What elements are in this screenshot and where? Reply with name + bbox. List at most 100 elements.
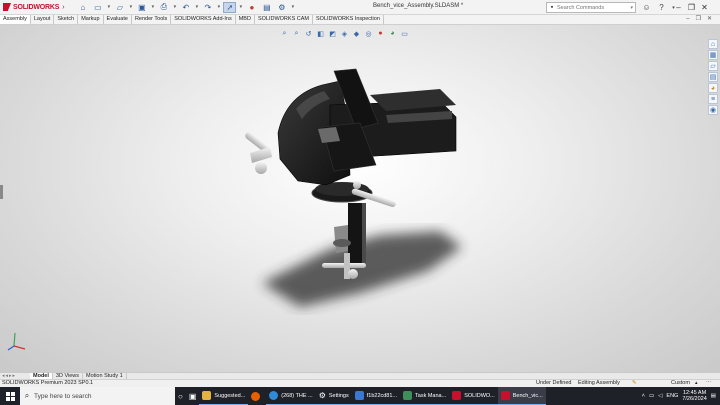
edge-icon	[269, 391, 279, 400]
taskbar-app-photos[interactable]: f1b22cd81...	[351, 387, 401, 405]
taskbar-app-task-manager[interactable]: Task Mana...	[400, 387, 450, 405]
photos-icon	[354, 391, 364, 400]
taskbar-app-bench-vice[interactable]: Bench_vic...	[497, 387, 546, 405]
print-icon[interactable]: ⎙	[157, 2, 170, 13]
home-icon[interactable]: ⌂	[76, 2, 89, 13]
restore-icon[interactable]: ❐	[685, 1, 698, 14]
user-account-icon[interactable]: ☺	[641, 2, 652, 13]
taskbar-app-settings[interactable]: ⚙ Settings	[315, 387, 352, 405]
vice-post-highlight	[362, 203, 366, 263]
solidworks-icon	[452, 391, 462, 400]
quick-access-toolbar: ⌂ ▭ ▾ ▱ ▾ ▣ ▾ ⎙ ▾ ↶ ▾ ↷ ▾ ➚ ▾ ● ▤ ⚙ ▾	[76, 1, 295, 13]
taskbar-app-solidworks[interactable]: SOLIDWO...	[449, 387, 498, 405]
open-folder-icon[interactable]: ▱	[113, 2, 126, 13]
select-dropdown-icon[interactable]: ▾	[238, 2, 243, 13]
clock-date: 7/26/2024	[682, 396, 707, 402]
clock[interactable]: 12:45 AM 7/26/2024	[682, 390, 706, 402]
coordinate-triad	[7, 332, 26, 351]
notifications-icon[interactable]: ▤	[711, 393, 716, 399]
tab-mbd[interactable]: MBD	[236, 15, 255, 24]
solidworks-logo[interactable]: SOLIDWORKS ›	[3, 3, 65, 11]
settings-gear-icon: ⚙	[318, 391, 326, 400]
file-properties-icon[interactable]: ▤	[260, 2, 273, 13]
triad-x-axis	[13, 345, 26, 350]
start-button[interactable]	[0, 387, 20, 405]
undo-icon[interactable]: ↶	[179, 2, 192, 13]
language-indicator[interactable]: ENG	[666, 393, 678, 399]
search-commands-box[interactable]: ▪ ▾	[546, 2, 636, 13]
tray-chevron-icon[interactable]: ˄	[642, 393, 645, 399]
status-info-icon[interactable]: ⋯	[706, 380, 712, 387]
select-cursor-icon[interactable]: ➚	[223, 1, 237, 13]
clamp-pad	[333, 239, 351, 247]
tab-solidworks-cam[interactable]: SOLIDWORKS CAM	[255, 15, 313, 24]
solidworks-doc-icon	[500, 391, 510, 400]
taskbar-app-edge[interactable]: (268) THE ...	[266, 387, 316, 405]
undo-dropdown-icon[interactable]: ▾	[194, 2, 199, 13]
redo-icon[interactable]: ↷	[201, 2, 214, 13]
taskbar-app-label: Suggested...	[214, 392, 246, 399]
rebuild-traffic-light-icon[interactable]: ●	[245, 2, 258, 13]
taskbar-app-file-explorer[interactable]: Suggested...	[199, 387, 249, 405]
status-mode: Editing Assembly	[578, 380, 620, 386]
taskbar-app-label: f1b22cd81...	[366, 392, 398, 399]
minimize-icon[interactable]: –	[672, 1, 685, 14]
search-commands-input[interactable]	[557, 4, 617, 11]
tab-markup[interactable]: Markup	[78, 15, 104, 24]
triad-z-axis	[7, 345, 15, 351]
bottom-handle-knob	[348, 269, 358, 279]
search-dropdown-icon[interactable]: ▾	[630, 5, 633, 11]
status-units[interactable]: Custom	[671, 380, 690, 387]
volume-icon[interactable]: ◁	[658, 393, 662, 399]
tab-render-tools[interactable]: Render Tools	[132, 15, 172, 24]
tab-evaluate[interactable]: Evaluate	[104, 15, 132, 24]
system-tray: ˄ ▭ ◁ ENG 12:45 AM 7/26/2024 ▤	[642, 387, 720, 405]
taskbar-search-placeholder: Type here to search	[34, 392, 92, 400]
redo-dropdown-icon[interactable]: ▾	[216, 2, 221, 13]
network-icon[interactable]: ▭	[649, 393, 654, 399]
tab-layout[interactable]: Layout	[31, 15, 55, 24]
file-explorer-icon	[202, 391, 212, 400]
panel-close-icon[interactable]: ✕	[707, 15, 712, 24]
options-dropdown-icon[interactable]: ▾	[290, 2, 295, 13]
new-document-icon[interactable]: ▭	[91, 2, 104, 13]
status-rebuild-icon[interactable]: ✎	[632, 380, 637, 387]
options-gear-icon[interactable]: ⚙	[275, 2, 288, 13]
task-view-icon[interactable]: ▣	[186, 387, 200, 405]
print-dropdown-icon[interactable]: ▾	[172, 2, 177, 13]
firefox-icon	[251, 391, 261, 401]
graphics-area[interactable]: ⌕ ⌕ ↺ ◧ ◩ ◈ ◆ ◎ ● ◕ ▭ ⌂ ▦ ▱ ▤ ◕ ≡ ◉	[0, 25, 720, 372]
bench-vice-model[interactable]	[0, 25, 720, 372]
help-icon[interactable]: ?	[656, 2, 667, 13]
cortana-icon[interactable]: ○	[175, 387, 186, 405]
task-manager-icon	[403, 391, 413, 400]
save-icon[interactable]: ▣	[135, 2, 148, 13]
status-definition: Under Defined	[536, 380, 572, 386]
panel-restore-icon[interactable]: ❐	[696, 15, 701, 24]
ds-logo-icon	[3, 3, 11, 11]
menu-arrow-icon[interactable]: ›	[62, 4, 64, 11]
open-dropdown-icon[interactable]: ▾	[128, 2, 133, 13]
tab-solidworks-inspection[interactable]: SOLIDWORKS Inspection	[313, 15, 384, 24]
taskbar-search-icon: ⌕	[24, 391, 30, 400]
title-bar: SOLIDWORKS › ⌂ ▭ ▾ ▱ ▾ ▣ ▾ ⎙ ▾ ↶ ▾ ↷ ▾ ➚…	[0, 0, 720, 15]
front-jaw-knob	[255, 162, 267, 174]
taskbar-app-label: (268) THE ...	[281, 392, 313, 399]
bottom-tabs: ◂◂▸▸ Model 3D Views Motion Study 1	[0, 372, 720, 379]
tab-sketch[interactable]: Sketch	[54, 15, 79, 24]
triad-y-axis	[13, 332, 16, 347]
panel-minimize-icon[interactable]: –	[686, 15, 689, 24]
taskbar-search-box[interactable]: ⌕ Type here to search	[20, 387, 175, 405]
close-icon[interactable]: ✕	[698, 1, 711, 14]
window-controls: – ❐ ✕	[672, 1, 711, 14]
document-title: Bench_vice_Assembly.SLDASM *	[373, 3, 464, 9]
swivel-lock-knob	[353, 181, 361, 189]
units-dropdown-icon[interactable]: ▴	[695, 380, 698, 387]
taskbar-app-label: Settings	[328, 392, 349, 399]
tab-assembly[interactable]: Assembly	[0, 15, 31, 24]
tab-solidworks-add-ins[interactable]: SOLIDWORKS Add-Ins	[171, 15, 236, 24]
new-dropdown-icon[interactable]: ▾	[106, 2, 111, 13]
taskbar-app-firefox[interactable]	[248, 387, 266, 405]
status-bar: SOLIDWORKS Premium 2023 SP0.1 Under Defi…	[0, 379, 720, 387]
save-dropdown-icon[interactable]: ▾	[150, 2, 155, 13]
